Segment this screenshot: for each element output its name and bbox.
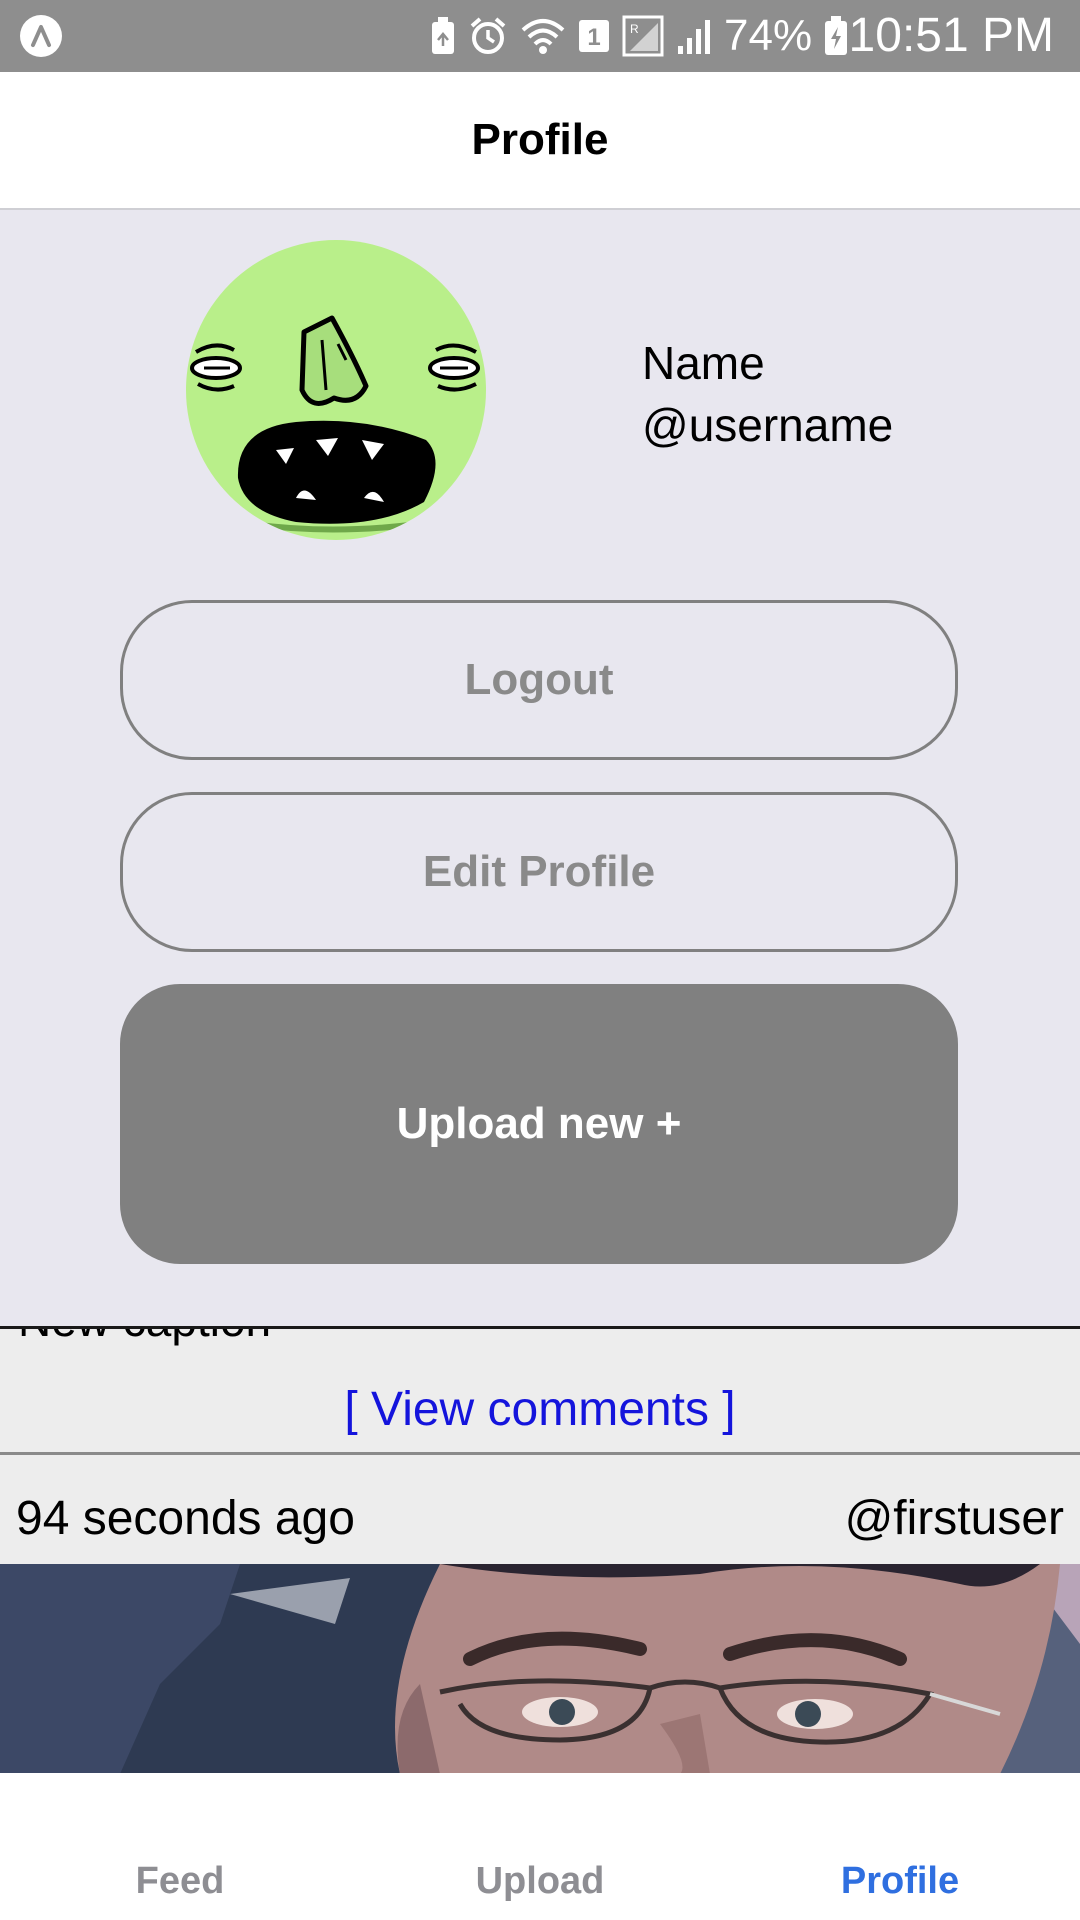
clock: 10:51 PM	[848, 9, 1054, 62]
profile-name: Name	[642, 337, 765, 389]
profile-username: @username	[642, 399, 894, 451]
view-comments-link[interactable]: [ View comments ]	[0, 1380, 1080, 1440]
status-icons: 1 R 74%	[430, 12, 848, 60]
svg-text:R: R	[630, 22, 639, 36]
avatar[interactable]	[186, 240, 486, 540]
header: Profile	[0, 72, 1080, 210]
tab-feed[interactable]: Feed	[0, 1857, 360, 1905]
sim-slot-label: 1	[587, 24, 600, 51]
wifi-icon	[521, 19, 565, 54]
tab-bar: Feed Upload Profile	[0, 1773, 1080, 1920]
monster-face-avatar-icon	[186, 240, 486, 540]
status-bar: 1 R 74% 10:51 PM	[0, 0, 1080, 72]
post-author[interactable]: @firstuser	[845, 1490, 1064, 1548]
post-caption: New caption	[18, 1326, 271, 1348]
post-image[interactable]	[0, 1564, 1080, 1773]
tab-upload[interactable]: Upload	[360, 1857, 720, 1905]
page-title: Profile	[471, 115, 609, 164]
logout-button[interactable]: Logout	[120, 600, 958, 760]
roaming-signal-icon: R	[622, 15, 664, 57]
profile-panel: Name @username Logout Edit Profile Uploa…	[0, 210, 1080, 1326]
sim-icon: 1	[579, 20, 609, 52]
signal-icon	[678, 20, 710, 54]
battery-percent: 74%	[724, 11, 813, 60]
edit-profile-button[interactable]: Edit Profile	[120, 792, 958, 952]
upload-new-button[interactable]: Upload new +	[120, 984, 958, 1264]
alarm-icon	[470, 17, 506, 54]
tab-profile[interactable]: Profile	[720, 1857, 1080, 1905]
app-notification-icon	[20, 15, 62, 57]
battery-saver-icon	[432, 17, 454, 54]
battery-charging-icon	[825, 16, 848, 55]
post-timestamp: 94 seconds ago	[16, 1492, 355, 1545]
feed-list[interactable]: New caption [ View comments ] 94 seconds…	[0, 1326, 1080, 1773]
divider	[0, 1326, 1080, 1329]
screen: 1 R 74% 10:51 PM Profile Name @username …	[0, 0, 1080, 1920]
divider	[0, 1452, 1080, 1455]
